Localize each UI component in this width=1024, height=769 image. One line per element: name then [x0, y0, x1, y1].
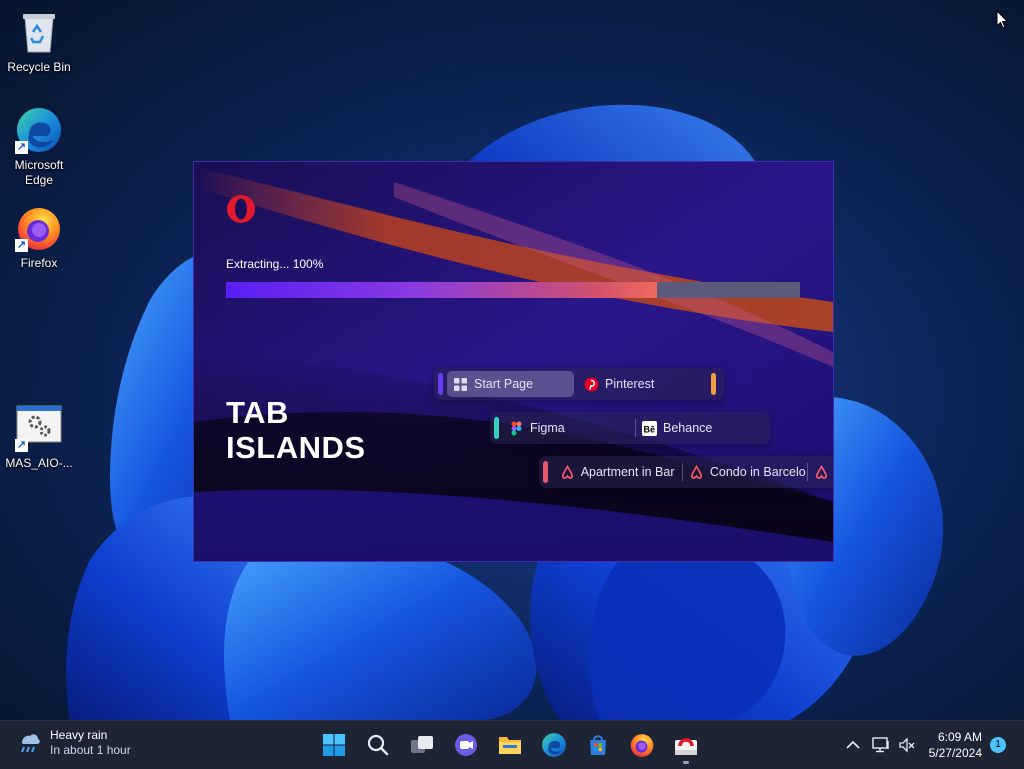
tab-partial — [808, 459, 833, 485]
tab-islands-title: TAB ISLANDS — [226, 395, 366, 465]
opera-installer-window: Extracting... 100% TAB ISLANDS Start Pag… — [193, 161, 834, 562]
store-icon — [590, 735, 606, 755]
desktop-icon-recycle-bin[interactable]: Recycle Bin — [1, 8, 77, 75]
opera-installer-taskbar-button[interactable] — [666, 725, 706, 765]
desktop-icon-label: MAS_AIO-... — [5, 456, 73, 470]
tab-label: Figma — [530, 421, 565, 435]
network-button[interactable] — [869, 725, 893, 765]
weather-subtitle: In about 1 hour — [50, 743, 131, 757]
airbnb-icon — [690, 464, 702, 479]
start-page-grid-icon — [454, 377, 467, 391]
recycle-bin-icon — [23, 14, 55, 53]
desktop-icon-label: Firefox — [20, 256, 58, 270]
windows-logo-icon — [323, 734, 345, 756]
clock-date: 5/27/2024 — [928, 746, 982, 760]
taskbar-app-list — [314, 725, 710, 765]
clock-time: 6:09 AM — [937, 730, 982, 744]
desktop-icon-microsoft-edge[interactable]: ↗ Microsoft Edge — [1, 106, 77, 188]
shortcut-arrow-icon: ↗ — [15, 439, 28, 452]
desktop-icon-label: Microsoft Edge — [14, 158, 64, 187]
chat-button[interactable] — [446, 725, 486, 765]
behance-icon: Bē — [642, 420, 657, 436]
search-button[interactable] — [358, 725, 398, 765]
edge-taskbar-button[interactable] — [534, 725, 574, 765]
chevron-up-icon — [846, 740, 860, 749]
tab-label: Condo in Barcelo — [709, 465, 806, 479]
progress-fill — [226, 282, 657, 298]
tab-island-1: Start Page Pinterest — [434, 368, 724, 400]
volume-button[interactable] — [895, 725, 919, 765]
tab-start-page: Start Page — [447, 371, 574, 397]
airbnb-icon — [561, 464, 573, 479]
clock[interactable]: 6:09 AM 5/27/2024 — [929, 729, 982, 761]
tab-figma: Figma — [503, 415, 635, 441]
tab-condo: Condo in Barcelo — [683, 459, 807, 485]
extract-progress-bar — [226, 282, 800, 298]
tab-island-3: Apartment in Bar Condo in Barcelo — [539, 456, 833, 488]
desktop-icon-mas-aio[interactable]: ↗ MAS_AIO-... — [1, 404, 77, 471]
extracting-status-text: Extracting... 100% — [226, 257, 324, 271]
pinterest-icon — [584, 377, 599, 391]
island-accent-bar — [494, 417, 499, 439]
volume-muted-icon — [898, 737, 915, 753]
desktop-icon-label: Recycle Bin — [7, 60, 71, 74]
tab-label: Pinterest — [605, 377, 655, 391]
taskbar: Heavy rain In about 1 hour 6:09 AM 5/27/… — [0, 720, 1024, 769]
tab-label: Behance — [663, 421, 713, 435]
system-tray: 6:09 AM 5/27/2024 1 — [841, 721, 1024, 769]
weather-widget[interactable]: Heavy rain In about 1 hour — [16, 728, 131, 758]
island-accent-bar — [438, 373, 443, 395]
tab-label: Start Page — [474, 377, 534, 391]
edge-icon — [542, 733, 566, 757]
shortcut-arrow-icon: ↗ — [15, 141, 28, 154]
island-end-accent-bar — [711, 373, 716, 395]
island-accent-bar — [543, 461, 548, 483]
show-hidden-icons-button[interactable] — [841, 725, 865, 765]
firefox-icon — [630, 734, 654, 757]
mouse-cursor-icon — [996, 10, 1009, 29]
opera-logo-icon — [227, 195, 255, 223]
rain-cloud-icon — [21, 734, 40, 753]
search-icon — [367, 734, 389, 756]
airbnb-icon — [816, 464, 828, 479]
task-view-icon — [411, 736, 433, 753]
file-explorer-button[interactable] — [490, 725, 530, 765]
tab-apartment: Apartment in Bar — [554, 459, 682, 485]
task-view-button[interactable] — [402, 725, 442, 765]
shortcut-arrow-icon: ↗ — [15, 239, 28, 252]
weather-title: Heavy rain — [50, 728, 108, 742]
folder-icon — [499, 737, 521, 754]
teams-chat-icon — [455, 734, 477, 756]
installer-background — [194, 162, 833, 561]
desktop-icon-firefox[interactable]: ↗ Firefox — [1, 204, 77, 271]
figma-icon — [511, 421, 522, 435]
notification-badge[interactable]: 1 — [990, 737, 1006, 753]
svg-text:Bē: Bē — [644, 424, 656, 434]
tab-island-2: Figma Bē Behance — [490, 412, 770, 444]
tab-label: Apartment in Bar — [580, 465, 675, 479]
tab-behance: Bē Behance — [636, 415, 768, 441]
opera-installer-icon — [675, 738, 697, 755]
start-button[interactable] — [314, 725, 354, 765]
firefox-taskbar-button[interactable] — [622, 725, 662, 765]
tab-pinterest: Pinterest — [578, 371, 708, 397]
store-button[interactable] — [578, 725, 618, 765]
network-icon — [871, 737, 889, 753]
